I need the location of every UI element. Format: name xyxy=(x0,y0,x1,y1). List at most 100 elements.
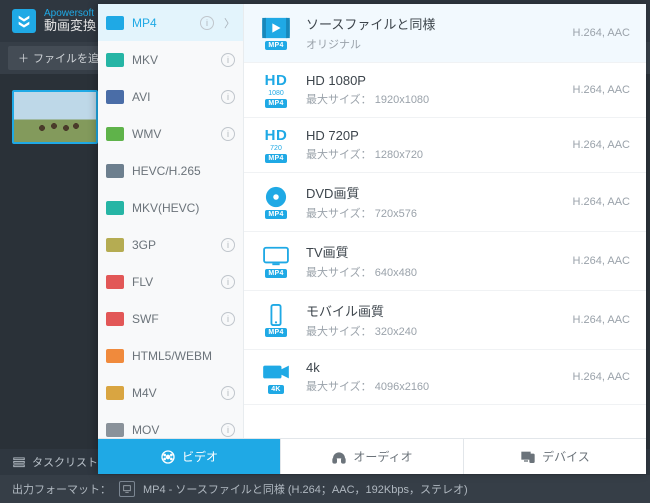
preset-icon: MP4 xyxy=(258,303,294,337)
format-badge-icon xyxy=(106,349,124,363)
app-title: 動画変換 xyxy=(44,19,96,33)
format-badge-icon xyxy=(106,386,124,400)
preset-badge: MP4 xyxy=(265,154,286,163)
format-panel: MP4i〉MKViAVIiWMViHEVC/H.265MKV(HEVC)3GPi… xyxy=(98,4,646,474)
info-icon[interactable]: i xyxy=(221,312,235,326)
preset-name: DVD画質 xyxy=(306,183,561,202)
info-icon[interactable]: i xyxy=(221,238,235,252)
chevron-right-icon: 〉 xyxy=(224,15,235,31)
info-icon[interactable]: i xyxy=(221,423,235,437)
info-icon[interactable]: i xyxy=(200,16,214,30)
format-label: HTML5/WEBM xyxy=(132,349,235,363)
info-icon[interactable]: i xyxy=(221,386,235,400)
preset-item[interactable]: HD1080MP4HD 1080P最大サイズ： 1920x1080H.264, … xyxy=(244,63,646,118)
info-icon[interactable]: i xyxy=(221,90,235,104)
format-badge-icon xyxy=(106,275,124,289)
preset-codec: H.264, AAC xyxy=(573,27,630,39)
preset-sub: 最大サイズ： 320x240 xyxy=(306,323,561,339)
format-label: M4V xyxy=(132,386,213,400)
format-item-html5webm[interactable]: HTML5/WEBM xyxy=(98,337,243,374)
info-icon[interactable]: i xyxy=(221,275,235,289)
format-item-mp4[interactable]: MP4 i 〉 xyxy=(98,4,243,41)
format-label: 3GP xyxy=(132,238,213,252)
preset-codec: H.264, AAC xyxy=(573,255,630,267)
hd-icon: HD xyxy=(265,73,288,88)
format-list[interactable]: MP4i〉MKViAVIiWMViHEVC/H.265MKV(HEVC)3GPi… xyxy=(98,4,244,438)
tab-audio[interactable]: オーディオ xyxy=(281,439,464,474)
tasklist-icon xyxy=(12,455,26,469)
hd-icon: HD xyxy=(265,128,288,143)
preset-item[interactable]: MP4 TV画質最大サイズ： 640x480 H.264, AAC xyxy=(244,232,646,291)
panel-tabs: ビデオ オーディオ デバイス xyxy=(98,438,646,474)
preset-badge: MP4 xyxy=(265,328,286,337)
format-badge-icon xyxy=(106,53,124,67)
preset-codec: H.264, AAC xyxy=(573,314,630,326)
format-item-3gp[interactable]: 3GP i xyxy=(98,226,243,263)
info-icon[interactable]: i xyxy=(221,127,235,141)
preset-item[interactable]: HD720MP4 HD 720P 最大サイズ： 1280x720 H.264, AAC xyxy=(244,118,646,173)
preset-icon: MP4 xyxy=(258,185,294,219)
format-badge-icon xyxy=(106,16,124,30)
preset-item[interactable]: MP4 DVD画質最大サイズ： 720x576 H.264, AAC xyxy=(244,173,646,232)
output-format-icon[interactable] xyxy=(119,481,135,497)
preset-badge: MP4 xyxy=(265,41,286,50)
format-item-flv[interactable]: FLVi xyxy=(98,263,243,300)
preset-item[interactable]: MP4 モバイル画質最大サイズ： 320x240 H.264, AAC xyxy=(244,291,646,350)
preset-name: HD 1080P xyxy=(306,73,561,88)
format-badge-icon xyxy=(106,164,124,178)
audio-icon xyxy=(331,449,347,465)
format-label: AVI xyxy=(132,90,213,104)
preset-badge: MP4 xyxy=(265,210,286,219)
format-label: MOV xyxy=(132,423,213,437)
format-badge-icon xyxy=(106,90,124,104)
format-label: SWF xyxy=(132,312,213,326)
format-label: HEVC/H.265 xyxy=(132,164,235,178)
preset-codec: H.264, AAC xyxy=(573,196,630,208)
plus-icon: ＋ xyxy=(18,50,29,66)
preset-name: モバイル画質 xyxy=(306,301,561,320)
video-thumbnail[interactable] xyxy=(12,90,98,144)
preset-codec: H.264, AAC xyxy=(573,84,630,96)
tab-video[interactable]: ビデオ xyxy=(98,439,281,474)
preset-name: ソースファイルと同様 xyxy=(306,14,561,33)
format-item-m4v[interactable]: M4V i xyxy=(98,374,243,411)
preset-name: TV画質 xyxy=(306,242,561,261)
info-icon[interactable]: i xyxy=(221,53,235,67)
format-item-swf[interactable]: SWF i xyxy=(98,300,243,337)
tab-device[interactable]: デバイス xyxy=(464,439,646,474)
format-item-mkvhevc[interactable]: MKV(HEVC) xyxy=(98,189,243,226)
preset-icon: MP4 xyxy=(258,244,294,278)
preset-icon: MP4 xyxy=(258,16,294,50)
output-label: 出力フォーマット： xyxy=(12,481,111,497)
app-logo-icon xyxy=(12,9,36,33)
preset-sub: 最大サイズ： 640x480 xyxy=(306,264,561,280)
preset-name: 4k xyxy=(306,360,561,375)
format-item-mov[interactable]: MOV i xyxy=(98,411,243,438)
format-item-avi[interactable]: AVI i xyxy=(98,78,243,115)
video-icon xyxy=(160,449,176,465)
preset-sub: 最大サイズ： 720x576 xyxy=(306,205,561,221)
device-icon xyxy=(520,449,536,465)
format-label: MP4 xyxy=(132,16,192,30)
format-badge-icon xyxy=(106,312,124,326)
preset-item[interactable]: MP4ソースファイルと同様オリジナルH.264, AAC xyxy=(244,4,646,63)
preset-sub: 最大サイズ： 1920x1080 xyxy=(306,91,561,107)
preset-sub: 最大サイズ： 4096x2160 xyxy=(306,378,561,394)
preset-icon: HD720MP4 xyxy=(258,128,294,162)
format-item-hevch265[interactable]: HEVC/H.265 xyxy=(98,152,243,189)
format-item-mkv[interactable]: MKVi xyxy=(98,41,243,78)
format-label: MKV(HEVC) xyxy=(132,201,235,215)
preset-list[interactable]: MP4ソースファイルと同様オリジナルH.264, AACHD1080MP4HD … xyxy=(244,4,646,438)
format-item-wmv[interactable]: WMVi xyxy=(98,115,243,152)
output-bar: 出力フォーマット： MP4 - ソースファイルと同様 (H.264；AAC，19… xyxy=(0,475,650,503)
preset-codec: H.264, AAC xyxy=(573,139,630,151)
preset-badge: MP4 xyxy=(265,99,286,108)
preset-badge: 4K xyxy=(268,385,284,394)
format-badge-icon xyxy=(106,423,124,437)
output-value: MP4 - ソースファイルと同様 (H.264；AAC，192Kbps，ステレオ… xyxy=(143,481,468,497)
preset-name: HD 720P xyxy=(306,128,561,143)
preset-item[interactable]: 4K4k最大サイズ： 4096x2160H.264, AAC xyxy=(244,350,646,405)
format-badge-icon xyxy=(106,127,124,141)
preset-sub: 最大サイズ： 1280x720 xyxy=(306,146,561,162)
preset-badge: MP4 xyxy=(265,269,286,278)
